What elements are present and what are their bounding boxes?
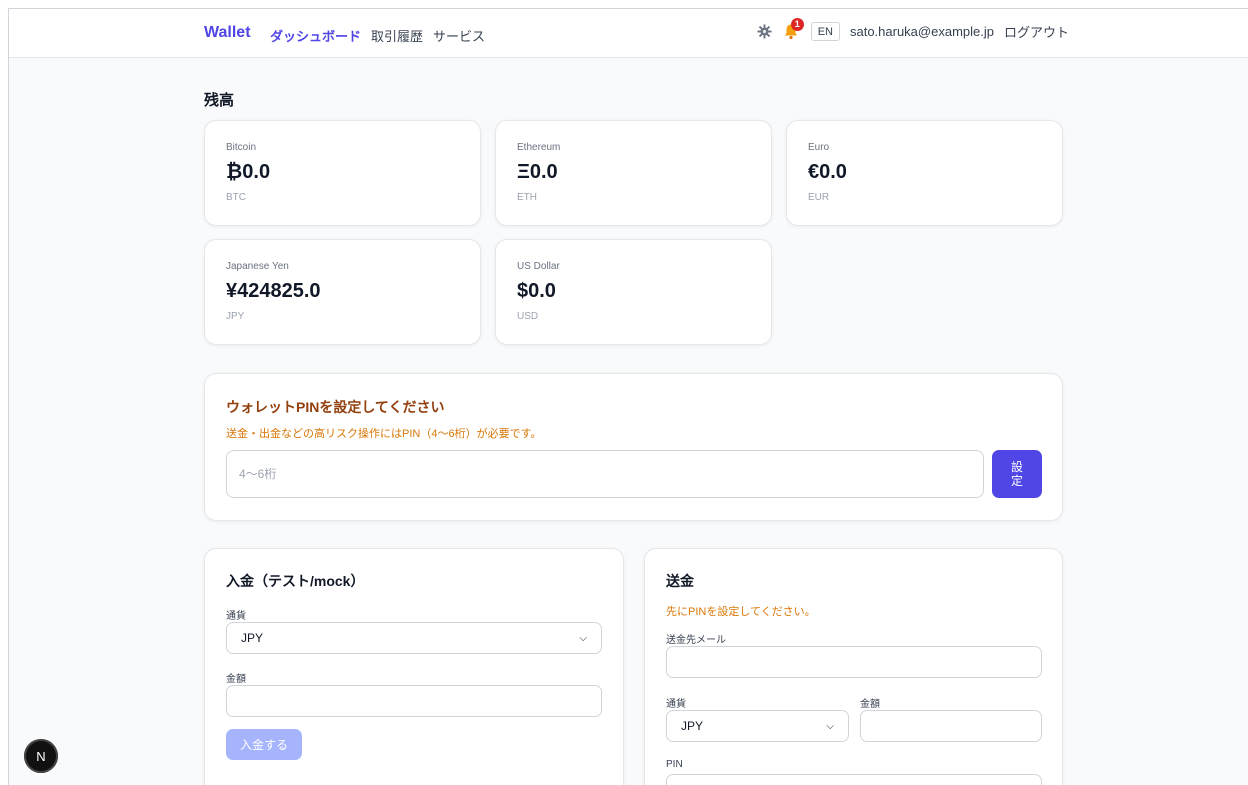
balance-card-btc: Bitcoin ₿0.0 BTC	[204, 120, 481, 226]
dev-indicator-button[interactable]: N	[24, 739, 58, 773]
set-pin-button[interactable]: 設 定	[992, 450, 1042, 498]
gear-icon[interactable]	[757, 24, 773, 40]
balance-card-eur: Euro €0.0 EUR	[786, 120, 1063, 226]
transfer-card: 送金 先にPINを設定してください。 送金先メール 通貨 JPY ⌵ 金額 PI…	[644, 548, 1063, 785]
transfer-amount-input[interactable]	[860, 710, 1042, 742]
deposit-button[interactable]: 入金する	[226, 729, 302, 760]
balance-name: US Dollar	[517, 261, 560, 272]
balance-name: Ethereum	[517, 142, 561, 153]
brand-logo[interactable]: Wallet	[204, 24, 251, 42]
deposit-amount-input[interactable]	[226, 685, 602, 717]
main-nav: ダッシュボード 取引履歴 サービス	[270, 26, 485, 45]
bell-icon[interactable]: 1	[783, 17, 804, 41]
top-navbar: Wallet ダッシュボード 取引履歴 サービス 1 EN sato.haruk…	[9, 9, 1248, 58]
transfer-warning: 先にPINを設定してください。	[666, 606, 816, 618]
deposit-currency-select[interactable]: JPY ⌵	[226, 622, 602, 654]
balance-name: Japanese Yen	[226, 261, 289, 272]
transfer-currency-label: 通貨	[666, 699, 686, 710]
nav-services[interactable]: サービス	[433, 26, 485, 45]
balances-title: 残高	[204, 92, 235, 109]
nav-dashboard[interactable]: ダッシュボード	[270, 26, 361, 45]
pin-title: ウォレットPINを設定してください	[226, 399, 445, 415]
deposit-currency-value: JPY	[241, 631, 264, 645]
transfer-pin-input[interactable]	[666, 774, 1042, 785]
balance-code: JPY	[226, 311, 245, 322]
balance-code: BTC	[226, 192, 246, 203]
balance-code: ETH	[517, 192, 537, 203]
set-pin-label: 設 定	[1010, 460, 1023, 488]
deposit-amount-label: 金額	[226, 674, 246, 685]
balance-amount: Ξ0.0	[517, 161, 558, 183]
deposit-card: 入金（テスト/mock） 通貨 JPY ⌵ 金額 入金する	[204, 548, 624, 785]
logout-link[interactable]: ログアウト	[1004, 22, 1069, 41]
pin-description: 送金・出金などの高リスク操作にはPIN（4〜6桁）が必要です。	[226, 428, 542, 440]
notification-badge: 1	[790, 17, 804, 31]
deposit-title: 入金（テスト/mock）	[226, 573, 365, 589]
deposit-currency-label: 通貨	[226, 611, 246, 622]
header-actions: 1 EN sato.haruka@example.jp ログアウト	[757, 17, 1069, 41]
recipient-email-input[interactable]	[666, 646, 1042, 678]
balance-code: USD	[517, 311, 539, 322]
balance-amount: ₿0.0	[226, 161, 271, 183]
pin-input[interactable]	[226, 450, 984, 498]
balance-name: Euro	[808, 142, 830, 153]
balance-card-jpy: Japanese Yen ¥424825.0 JPY	[204, 239, 481, 345]
transfer-currency-select[interactable]: JPY ⌵	[666, 710, 849, 742]
balance-amount: $0.0	[517, 280, 556, 302]
balance-code: EUR	[808, 192, 830, 203]
app-frame: Wallet ダッシュボード 取引履歴 サービス 1 EN sato.haruk…	[8, 8, 1248, 785]
balance-amount: ¥424825.0	[226, 280, 321, 302]
chevron-down-icon: ⌵	[579, 632, 587, 644]
transfer-amount-label: 金額	[860, 699, 880, 710]
recipient-label: 送金先メール	[666, 635, 726, 646]
chevron-down-icon: ⌵	[826, 720, 834, 732]
transfer-title: 送金	[666, 573, 694, 589]
language-toggle[interactable]: EN	[810, 22, 840, 41]
user-email: sato.haruka@example.jp	[849, 24, 994, 39]
transfer-pin-label: PIN	[666, 759, 683, 770]
balance-amount: €0.0	[808, 161, 847, 183]
balance-name: Bitcoin	[226, 142, 257, 153]
pin-setup-card: ウォレットPINを設定してください 送金・出金などの高リスク操作にはPIN（4〜…	[204, 373, 1063, 521]
balance-card-eth: Ethereum Ξ0.0 ETH	[495, 120, 772, 226]
nav-transactions[interactable]: 取引履歴	[371, 26, 423, 45]
balance-card-usd: US Dollar $0.0 USD	[495, 239, 772, 345]
transfer-currency-value: JPY	[681, 719, 704, 733]
